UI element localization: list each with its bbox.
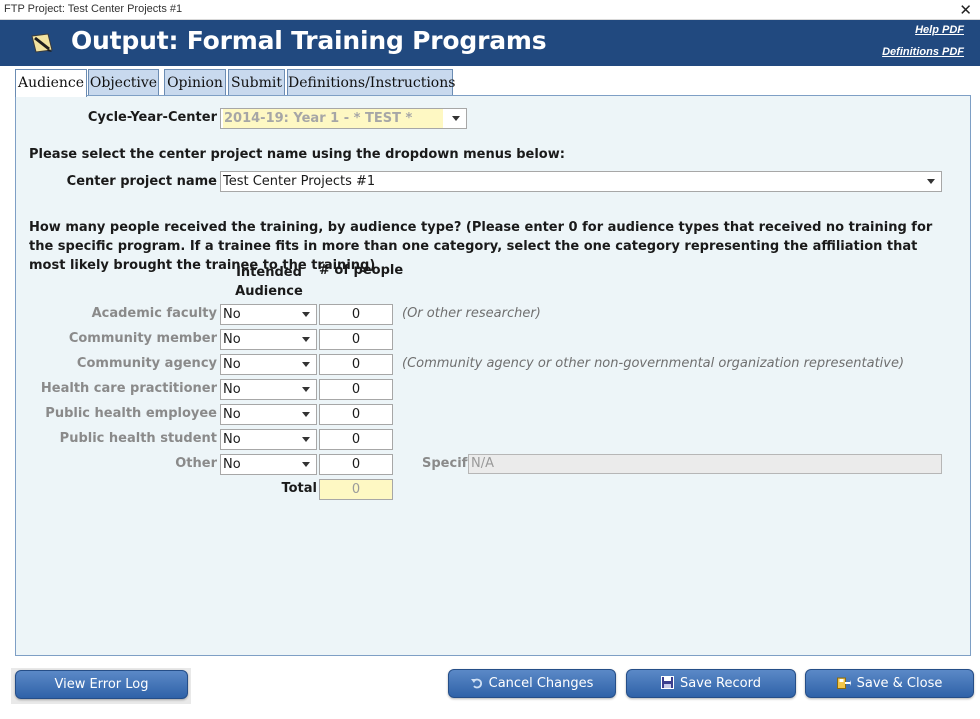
people-input-health-care-practitioner[interactable]: 0 xyxy=(319,379,393,400)
page-title: Output: Formal Training Programs xyxy=(71,26,547,55)
tab-definitions-instructions[interactable]: Definitions/Instructions xyxy=(287,69,455,96)
chevron-down-icon xyxy=(452,116,460,121)
chevron-down-icon xyxy=(302,437,310,442)
project-name-label: Center project name xyxy=(66,174,217,189)
tab-opinion[interactable]: Opinion xyxy=(164,69,226,96)
intended-value: No xyxy=(223,332,241,347)
total-label: Total xyxy=(281,481,317,496)
row-note-community-agency: (Community agency or other non-governmen… xyxy=(402,356,905,371)
row-label-public-health-student: Public health student xyxy=(59,431,217,446)
definitions-pdf-link[interactable]: Definitions PDF xyxy=(882,46,964,58)
cancel-changes-label: Cancel Changes xyxy=(488,676,594,691)
chevron-down-icon xyxy=(302,312,310,317)
intended-select-academic-faculty[interactable]: No xyxy=(220,304,317,325)
chevron-down-icon xyxy=(927,179,935,184)
intended-value: No xyxy=(223,432,241,447)
intended-select-health-care-practitioner[interactable]: No xyxy=(220,379,317,400)
row-label-community-member: Community member xyxy=(68,331,217,346)
undo-icon xyxy=(470,678,482,688)
people-count-header: # of people xyxy=(319,263,404,278)
tab-audience[interactable]: Audience xyxy=(15,69,87,97)
cycle-year-center-label: Cycle-Year-Center xyxy=(87,110,217,125)
people-input-public-health-student[interactable]: 0 xyxy=(319,429,393,450)
intended-value: No xyxy=(223,357,241,372)
page-header: Output: Formal Training Programs Help PD… xyxy=(0,20,980,66)
people-input-other[interactable]: 0 xyxy=(319,454,393,475)
save-exit-icon xyxy=(836,677,851,689)
chevron-down-icon xyxy=(302,337,310,342)
tab-submit[interactable]: Submit xyxy=(228,69,285,96)
intended-value: No xyxy=(223,307,241,322)
intended-select-community-member[interactable]: No xyxy=(220,329,317,350)
intended-select-other[interactable]: No xyxy=(220,454,317,475)
people-input-community-member[interactable]: 0 xyxy=(319,329,393,350)
note-pencil-icon xyxy=(31,33,53,53)
save-record-button[interactable]: Save Record xyxy=(626,669,796,698)
project-name-select[interactable]: Test Center Projects #1 xyxy=(220,171,942,192)
row-label-academic-faculty: Academic faculty xyxy=(91,306,217,321)
intended-select-public-health-student[interactable]: No xyxy=(220,429,317,450)
row-label-health-care-practitioner: Health care practitioner xyxy=(40,381,217,396)
people-input-academic-faculty[interactable]: 0 xyxy=(319,304,393,325)
intended-select-public-health-employee[interactable]: No xyxy=(220,404,317,425)
cancel-changes-button[interactable]: Cancel Changes xyxy=(448,669,616,698)
chevron-down-icon xyxy=(302,462,310,467)
tab-objective[interactable]: Objective xyxy=(88,69,159,96)
total-value: 0 xyxy=(319,479,393,500)
window-titlebar: FTP Project: Test Center Projects #1 ✕ xyxy=(0,0,980,20)
save-close-button[interactable]: Save & Close xyxy=(805,669,974,698)
row-note-academic-faculty: (Or other researcher) xyxy=(402,306,541,321)
row-label-community-agency: Community agency xyxy=(76,356,217,371)
help-pdf-link[interactable]: Help PDF xyxy=(915,24,964,36)
people-input-public-health-employee[interactable]: 0 xyxy=(319,404,393,425)
intended-value: No xyxy=(223,457,241,472)
audience-question: How many people received the training, b… xyxy=(29,220,933,273)
save-record-label: Save Record xyxy=(680,676,761,691)
select-prompt: Please select the center project name us… xyxy=(29,147,565,162)
close-icon[interactable]: ✕ xyxy=(959,0,972,20)
view-error-log-label: View Error Log xyxy=(54,677,149,692)
intended-value: No xyxy=(223,382,241,397)
view-error-log-button[interactable]: View Error Log xyxy=(15,670,188,699)
cycle-year-center-select[interactable]: 2014-19: Year 1 - * TEST * xyxy=(220,108,467,129)
chevron-down-icon xyxy=(302,412,310,417)
specify-input[interactable]: N/A xyxy=(468,454,942,474)
people-input-community-agency[interactable]: 0 xyxy=(319,354,393,375)
chevron-down-icon xyxy=(302,387,310,392)
window-title: FTP Project: Test Center Projects #1 xyxy=(4,3,183,15)
cycle-year-center-value: 2014-19: Year 1 - * TEST * xyxy=(223,109,443,128)
project-name-value: Test Center Projects #1 xyxy=(223,174,376,189)
intended-select-community-agency[interactable]: No xyxy=(220,354,317,375)
intended-audience-header: Intended Audience xyxy=(235,265,303,299)
chevron-down-icon xyxy=(302,362,310,367)
floppy-disk-icon xyxy=(661,676,675,689)
row-label-other: Other xyxy=(175,456,217,471)
save-close-label: Save & Close xyxy=(856,676,943,691)
intended-value: No xyxy=(223,407,241,422)
row-label-public-health-employee: Public health employee xyxy=(45,406,217,421)
